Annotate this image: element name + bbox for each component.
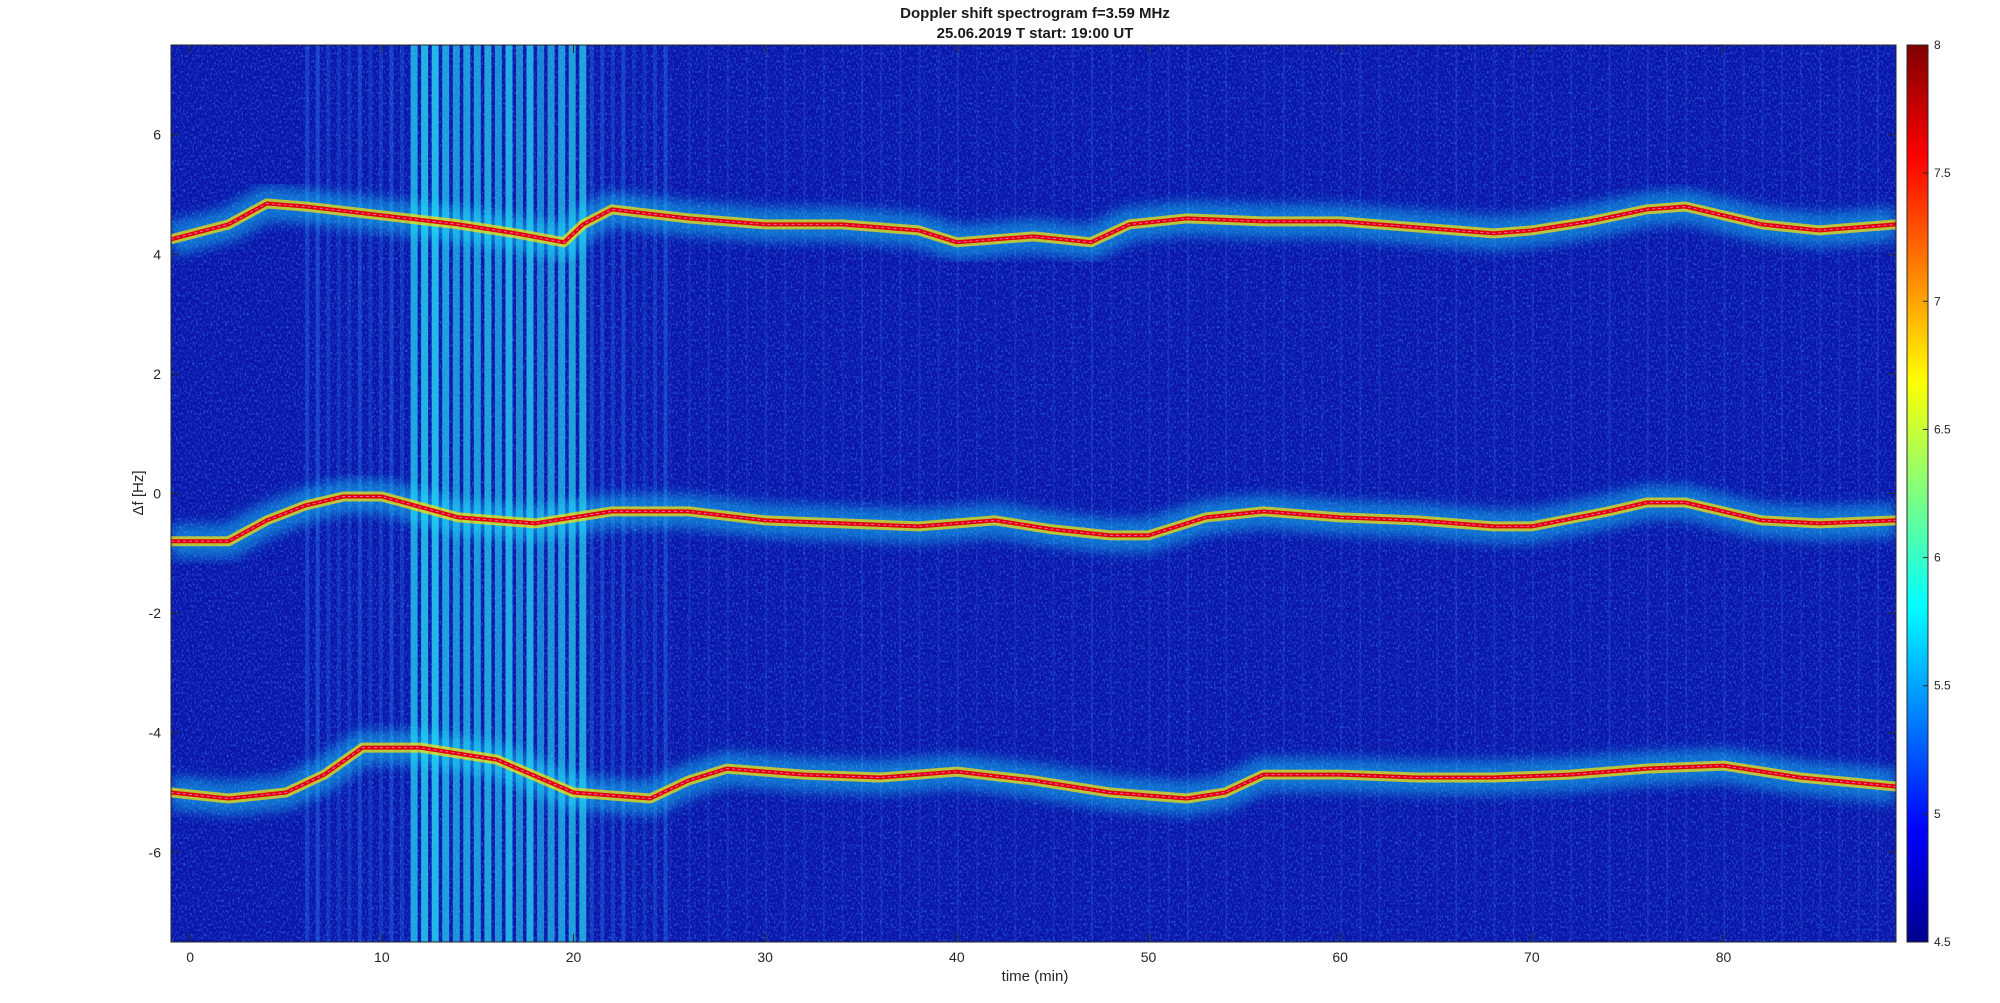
interference-stripe [505, 45, 513, 942]
interference-stripe [822, 45, 825, 942]
interference-stripe [1493, 45, 1496, 942]
interference-stripe [918, 45, 921, 942]
interference-stripe [463, 45, 471, 942]
y-tick-label: 6 [153, 127, 161, 143]
interference-stripe [1742, 45, 1745, 942]
x-tick-label: 40 [949, 949, 965, 965]
colorbar-tick-label: 7.5 [1934, 166, 1951, 180]
interference-stripe [1781, 45, 1783, 942]
colorbar-tick-label: 5.5 [1934, 679, 1951, 693]
interference-stripe [473, 45, 481, 942]
interference-stripe [841, 45, 844, 942]
interference-stripe [784, 45, 787, 942]
interference-stripe [1551, 45, 1553, 942]
interference-stripe [1244, 45, 1247, 942]
interference-stripe [1608, 45, 1611, 942]
interference-stripe [726, 45, 729, 942]
interference-stripe [765, 45, 768, 942]
interference-stripe [1033, 45, 1036, 942]
interference-stripe [746, 45, 748, 942]
interference-stripe [547, 45, 555, 942]
chart-subtitle: 25.06.2019 T start: 19:00 UT [937, 25, 1134, 42]
interference-stripe [1263, 45, 1266, 942]
y-tick-label: 4 [153, 246, 161, 262]
interference-stripe [1838, 45, 1841, 942]
interference-stripe [1378, 45, 1381, 942]
interference-stripe [1340, 45, 1343, 942]
interference-stripe [1071, 45, 1074, 942]
y-tick-label: 2 [153, 366, 161, 382]
interference-stripe [1014, 45, 1017, 942]
interference-stripe [1321, 45, 1323, 942]
interference-stripe [1800, 45, 1803, 942]
y-tick-label: -4 [149, 725, 162, 741]
interference-stripe [526, 45, 534, 942]
interference-stripe [1570, 45, 1573, 942]
y-axis-label: Δf [Hz] [130, 470, 147, 515]
colorbar: 8 7.5 7 6.5 6 5.5 5 4.5 [1906, 38, 1951, 949]
interference-stripe [537, 45, 545, 942]
colorbar-tick-label: 8 [1934, 38, 1941, 52]
x-axis-label: time (min) [1002, 968, 1069, 985]
chart-title: Doppler shift spectrogram f=3.59 MHz [900, 5, 1170, 22]
interference-stripe [558, 45, 566, 942]
y-tick-label: 0 [153, 486, 161, 502]
plot-area [171, 45, 1896, 942]
colorbar-tick-label: 6 [1934, 551, 1941, 565]
x-tick-label: 30 [757, 949, 773, 965]
interference-stripe [707, 45, 710, 942]
colorbar-tick-label: 7 [1934, 294, 1941, 308]
interference-stripe [861, 45, 863, 942]
interference-stripe [1052, 45, 1055, 942]
interference-stripe [484, 45, 492, 942]
x-tick-label: 10 [374, 949, 390, 965]
interference-stripe [1455, 45, 1458, 942]
x-tick-label: 0 [186, 949, 194, 965]
interference-stripe [995, 45, 998, 942]
colorbar-tick-label: 4.5 [1934, 935, 1951, 949]
x-tick-label: 60 [1332, 949, 1348, 965]
x-tick-label: 20 [566, 949, 582, 965]
interference-stripe [452, 45, 460, 942]
spectrogram-figure: Doppler shift spectrogram f=3.59 MHz 25.… [130, 5, 1951, 985]
interference-stripe [899, 45, 902, 942]
colorbar-tick-label: 6.5 [1934, 422, 1951, 436]
interference-stripe [516, 45, 523, 942]
interference-stripe [442, 45, 450, 942]
interference-stripe [1723, 45, 1726, 942]
colorbar-tick-label: 5 [1934, 807, 1941, 821]
interference-stripe [1359, 45, 1362, 942]
interference-stripe [1531, 45, 1534, 942]
interference-stripe [494, 45, 502, 942]
x-tick-label: 50 [1141, 949, 1157, 965]
y-tick-label: -2 [149, 605, 162, 621]
x-tick-label: 80 [1716, 949, 1732, 965]
interference-stripe [1589, 45, 1592, 942]
interference-stripe [1857, 45, 1860, 942]
colorbar-gradient [1906, 44, 1929, 943]
interference-stripe [976, 45, 978, 942]
interference-stripe [1091, 45, 1093, 942]
interference-stripe [956, 45, 959, 942]
interference-stripe [1397, 45, 1400, 942]
interference-stripe [1282, 45, 1285, 942]
interference-stripe [1301, 45, 1304, 942]
interference-stripe [880, 45, 883, 942]
interference-stripe [688, 45, 691, 942]
interference-stripe [1436, 45, 1438, 942]
y-tick-label: -6 [149, 844, 162, 860]
interference-stripe [1876, 45, 1879, 942]
x-tick-label: 70 [1524, 949, 1540, 965]
interference-stripe [937, 45, 940, 942]
interference-stripe [1761, 45, 1764, 942]
interference-stripe [1416, 45, 1419, 942]
interference-stripe [1474, 45, 1477, 942]
interference-stripe [803, 45, 806, 942]
interference-stripe [1512, 45, 1515, 942]
interference-stripe [1819, 45, 1822, 942]
